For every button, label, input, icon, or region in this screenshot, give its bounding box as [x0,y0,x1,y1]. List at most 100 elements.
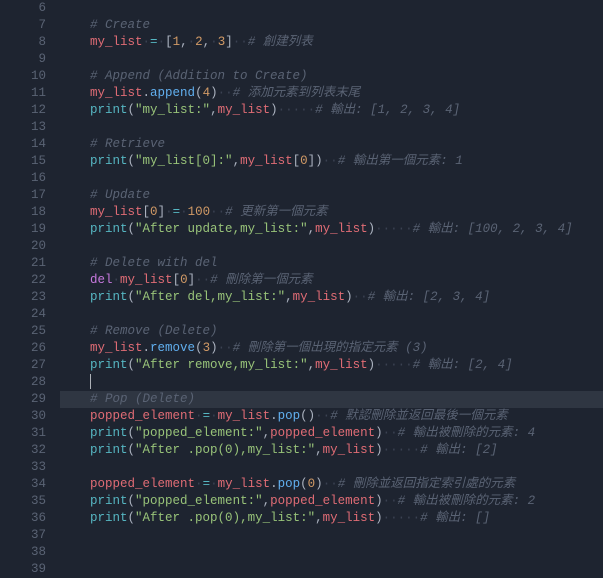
code-line[interactable]: print("After .pop(0),my_list:",my_list)·… [60,442,603,459]
token-ws: · [158,35,166,49]
line-number: 39 [0,561,46,578]
token-string: "my_list:" [135,103,210,117]
token-comment: # Remove (Delete) [90,324,218,338]
line-number: 28 [0,374,46,391]
code-line[interactable]: print("popped_element:",popped_element)·… [60,493,603,510]
token-comment: # 輸出被刪除的元素: 4 [398,426,536,440]
token-ident: my_list [90,341,143,355]
code-line[interactable]: print("popped_element:",popped_element)·… [60,425,603,442]
token-punct: . [270,409,278,423]
line-number: 22 [0,272,46,289]
code-line[interactable]: print("my_list:",my_list)·····# 輸出: [1, … [60,102,603,119]
line-number: 37 [0,527,46,544]
code-line[interactable]: # Append (Addition to Create) [60,68,603,85]
code-line[interactable]: # Pop (Delete) [60,391,603,408]
token-ident: my_list [240,154,293,168]
line-number: 34 [0,476,46,493]
code-line[interactable]: print("After update,my_list:",my_list)··… [60,221,603,238]
code-line[interactable] [60,238,603,255]
code-line[interactable]: my_list[0]·=·100··# 更新第一個元素 [60,204,603,221]
line-number: 23 [0,289,46,306]
code-area[interactable]: # Create my_list·=·[1,·2,·3]··# 創建列表 # A… [60,0,603,578]
token-ws: ·· [195,273,210,287]
token-ws: · [113,273,121,287]
line-number: 17 [0,187,46,204]
token-string: "popped_element:" [135,426,263,440]
token-punct: ] [158,205,166,219]
token-keyword: del [90,273,113,287]
token-comment: # 輸出: [2, 4] [413,358,513,372]
line-number: 20 [0,238,46,255]
token-comment: # Update [90,188,150,202]
code-line[interactable]: print("After del,my_list:",my_list)··# 輸… [60,289,603,306]
line-number: 6 [0,0,46,17]
token-comment: # Pop (Delete) [90,392,195,406]
line-number: 9 [0,51,46,68]
token-comment: # 輸出第一個元素: 1 [338,154,463,168]
token-punct: [ [165,35,173,49]
code-line[interactable]: my_list.append(4)··# 添加元素到列表末尾 [60,85,603,102]
code-line[interactable] [60,0,603,17]
token-builtin: print [90,511,128,525]
code-line[interactable]: popped_element·=·my_list.pop(0)··# 刪除並返回… [60,476,603,493]
code-line[interactable]: # Retrieve [60,136,603,153]
token-punct: ) [368,358,376,372]
token-ws: · [210,409,218,423]
code-line[interactable]: print("After remove,my_list:",my_list)··… [60,357,603,374]
code-line[interactable] [60,374,603,391]
token-punct: ] [225,35,233,49]
code-line[interactable] [60,51,603,68]
line-number: 32 [0,442,46,459]
line-number: 27 [0,357,46,374]
token-punct: ( [128,426,136,440]
code-line[interactable]: print("After .pop(0),my_list:",my_list)·… [60,510,603,527]
token-ident: popped_element [270,426,375,440]
token-punct: , [308,358,316,372]
token-ws: · [165,205,173,219]
token-ws: · [143,35,151,49]
token-punct: [ [293,154,301,168]
token-builtin: print [90,290,128,304]
token-punct: ( [128,511,136,525]
line-number: 11 [0,85,46,102]
token-op: = [173,205,181,219]
token-punct: ) [368,222,376,236]
token-ident: my_list [315,222,368,236]
token-string: "After remove,my_list:" [135,358,308,372]
line-number: 7 [0,17,46,34]
code-line[interactable] [60,459,603,476]
token-punct: , [233,154,241,168]
code-line[interactable]: my_list.remove(3)··# 刪除第一個出現的指定元素 (3) [60,340,603,357]
token-comment: # 更新第一個元素 [225,205,328,219]
line-number: 12 [0,102,46,119]
token-ident: my_list [120,273,173,287]
code-line[interactable]: popped_element·=·my_list.pop()··# 默認刪除並返… [60,408,603,425]
code-line[interactable]: # Create [60,17,603,34]
code-line[interactable]: # Delete with del [60,255,603,272]
token-punct: ( [195,341,203,355]
code-line[interactable]: del·my_list[0]··# 刪除第一個元素 [60,272,603,289]
code-line[interactable] [60,306,603,323]
code-line[interactable] [60,119,603,136]
line-number: 21 [0,255,46,272]
code-editor[interactable]: 6789101112131415161718192021222324252627… [0,0,603,578]
token-punct: ) [345,290,353,304]
token-number: 1 [173,35,181,49]
token-punct: , [263,494,271,508]
token-punct: , [315,443,323,457]
line-number: 38 [0,544,46,561]
token-ident: my_list [315,358,368,372]
token-ident: popped_element [90,477,195,491]
code-line[interactable] [60,170,603,187]
token-comment: # 輸出: [2] [420,443,498,457]
token-builtin: print [90,426,128,440]
code-line[interactable]: print("my_list[0]:",my_list[0])··# 輸出第一個… [60,153,603,170]
code-line[interactable]: my_list·=·[1,·2,·3]··# 創建列表 [60,34,603,51]
token-ws: · [210,35,218,49]
token-ws: ·· [315,409,330,423]
token-punct: ) [375,426,383,440]
code-line[interactable]: # Remove (Delete) [60,323,603,340]
code-line[interactable]: # Update [60,187,603,204]
token-func: pop [278,477,301,491]
line-number: 18 [0,204,46,221]
